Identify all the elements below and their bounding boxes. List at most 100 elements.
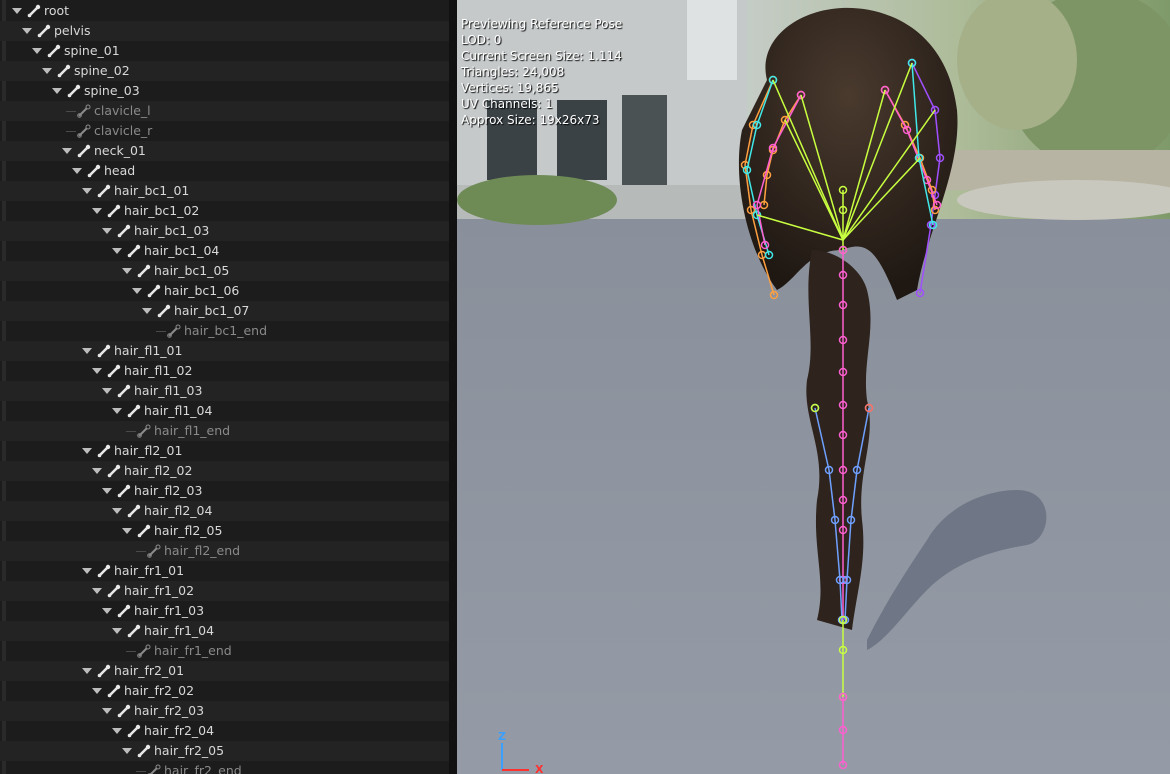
bone-row[interactable]: hair_fr1_01 [0, 561, 452, 581]
expand-arrow-icon[interactable] [82, 668, 92, 674]
expand-arrow-icon[interactable] [22, 28, 32, 34]
bone-label: hair_bc1_01 [114, 183, 190, 198]
expand-arrow-icon[interactable] [112, 408, 122, 414]
bone-row[interactable]: hair_fl1_03 [0, 381, 452, 401]
skeleton-tree-panel[interactable]: root pelvis spine_01 spine_02 spine_03clavic… [0, 0, 452, 774]
expand-arrow-icon[interactable] [72, 168, 82, 174]
bone-row[interactable]: hair_bc1_05 [0, 261, 452, 281]
expand-arrow-icon[interactable] [32, 48, 42, 54]
bone-row[interactable]: clavicle_r [0, 121, 452, 141]
expand-arrow-icon[interactable] [122, 748, 132, 754]
bone-label: hair_fr2_02 [124, 683, 195, 698]
bone-row[interactable]: hair_fr2_04 [0, 721, 452, 741]
expand-arrow-icon[interactable] [82, 568, 92, 574]
bone-label: clavicle_l [94, 103, 151, 118]
expand-arrow-icon[interactable] [142, 308, 152, 314]
expand-arrow-icon[interactable] [92, 468, 102, 474]
expand-arrow-icon[interactable] [102, 228, 112, 234]
bone-row[interactable]: hair_fr1_03 [0, 601, 452, 621]
bone-row[interactable]: hair_fl1_01 [0, 341, 452, 361]
expand-arrow-icon[interactable] [42, 68, 52, 74]
expand-arrow-icon[interactable] [132, 288, 142, 294]
expand-arrow-icon[interactable] [62, 148, 72, 154]
tree-guide-line [66, 111, 76, 112]
bone-row[interactable]: clavicle_l [0, 101, 452, 121]
bone-row[interactable]: spine_01 [0, 41, 452, 61]
expand-arrow-icon[interactable] [102, 608, 112, 614]
bone-icon [117, 604, 131, 618]
bone-row[interactable]: root [0, 1, 452, 21]
expand-arrow-icon[interactable] [12, 8, 22, 14]
expand-arrow-icon[interactable] [82, 348, 92, 354]
preview-viewport[interactable]: Previewing Reference Pose LOD: 0 Current… [457, 0, 1170, 774]
bone-icon [107, 464, 121, 478]
bone-row[interactable]: spine_03 [0, 81, 452, 101]
expand-arrow-icon[interactable] [112, 248, 122, 254]
bone-row[interactable]: hair_fl2_02 [0, 461, 452, 481]
bone-row[interactable]: hair_bc1_end [0, 321, 452, 341]
bone-row[interactable]: neck_01 [0, 141, 452, 161]
bone-row[interactable]: hair_bc1_06 [0, 281, 452, 301]
bone-row[interactable]: hair_fr2_03 [0, 701, 452, 721]
bone-row[interactable]: hair_fl2_05 [0, 521, 452, 541]
expand-arrow-icon[interactable] [122, 268, 132, 274]
bone-label: hair_fl1_01 [114, 343, 183, 358]
bone-icon [107, 204, 121, 218]
expand-arrow-icon[interactable] [92, 688, 102, 694]
expand-arrow-icon[interactable] [92, 588, 102, 594]
bone-row[interactable]: hair_fr2_02 [0, 681, 452, 701]
bone-label: head [104, 163, 136, 178]
bone-row[interactable]: hair_fr2_05 [0, 741, 452, 761]
bone-icon [117, 484, 131, 498]
bone-row[interactable]: hair_bc1_04 [0, 241, 452, 261]
bone-row[interactable]: hair_bc1_07 [0, 301, 452, 321]
bone-icon [107, 584, 121, 598]
bone-row[interactable]: hair_bc1_03 [0, 221, 452, 241]
bone-label: spine_02 [74, 63, 130, 78]
bone-label: hair_bc1_end [184, 323, 268, 338]
bone-row[interactable]: head [0, 161, 452, 181]
bone-row[interactable]: hair_fl2_03 [0, 481, 452, 501]
bone-row[interactable]: hair_fr2_01 [0, 661, 452, 681]
bone-row[interactable]: pelvis [0, 21, 452, 41]
bone-row[interactable]: hair_fl1_end [0, 421, 452, 441]
bone-row[interactable]: hair_bc1_02 [0, 201, 452, 221]
bone-label: hair_fr2_01 [114, 663, 185, 678]
expand-arrow-icon[interactable] [92, 208, 102, 214]
bone-row[interactable]: hair_fl1_02 [0, 361, 452, 381]
bone-icon [147, 284, 161, 298]
bone-label: hair_fl2_04 [144, 503, 213, 518]
expand-arrow-icon[interactable] [102, 488, 112, 494]
bone-row[interactable]: hair_fl2_01 [0, 441, 452, 461]
bone-label: hair_fl1_04 [144, 403, 213, 418]
expand-arrow-icon[interactable] [112, 628, 122, 634]
bone-row[interactable]: hair_fl2_end [0, 541, 452, 561]
panel-splitter[interactable] [449, 0, 457, 774]
expand-arrow-icon[interactable] [52, 88, 62, 94]
bone-label: root [44, 3, 70, 18]
expand-arrow-icon[interactable] [112, 508, 122, 514]
bone-row[interactable]: hair_fl1_04 [0, 401, 452, 421]
tree-guide-line [156, 331, 166, 332]
expand-arrow-icon[interactable] [102, 708, 112, 714]
bone-row[interactable]: hair_fr1_end [0, 641, 452, 661]
bone-label: neck_01 [94, 143, 146, 158]
expand-arrow-icon[interactable] [92, 368, 102, 374]
bone-icon [137, 264, 151, 278]
expand-arrow-icon[interactable] [82, 188, 92, 194]
bone-icon [87, 164, 101, 178]
expand-arrow-icon[interactable] [102, 388, 112, 394]
expand-arrow-icon[interactable] [122, 528, 132, 534]
bone-row[interactable]: hair_fr1_04 [0, 621, 452, 641]
bone-row[interactable]: hair_fr2_end [0, 761, 452, 774]
bone-outline-icon [167, 324, 181, 338]
stats-uv-channels: UV Channels: 1 [461, 97, 553, 111]
bone-row[interactable]: hair_bc1_01 [0, 181, 452, 201]
expand-arrow-icon[interactable] [112, 728, 122, 734]
bone-row[interactable]: hair_fr1_02 [0, 581, 452, 601]
expand-arrow-icon[interactable] [82, 448, 92, 454]
bone-row[interactable]: hair_fl2_04 [0, 501, 452, 521]
bone-icon [107, 684, 121, 698]
bone-label: hair_bc1_07 [174, 303, 250, 318]
bone-row[interactable]: spine_02 [0, 61, 452, 81]
